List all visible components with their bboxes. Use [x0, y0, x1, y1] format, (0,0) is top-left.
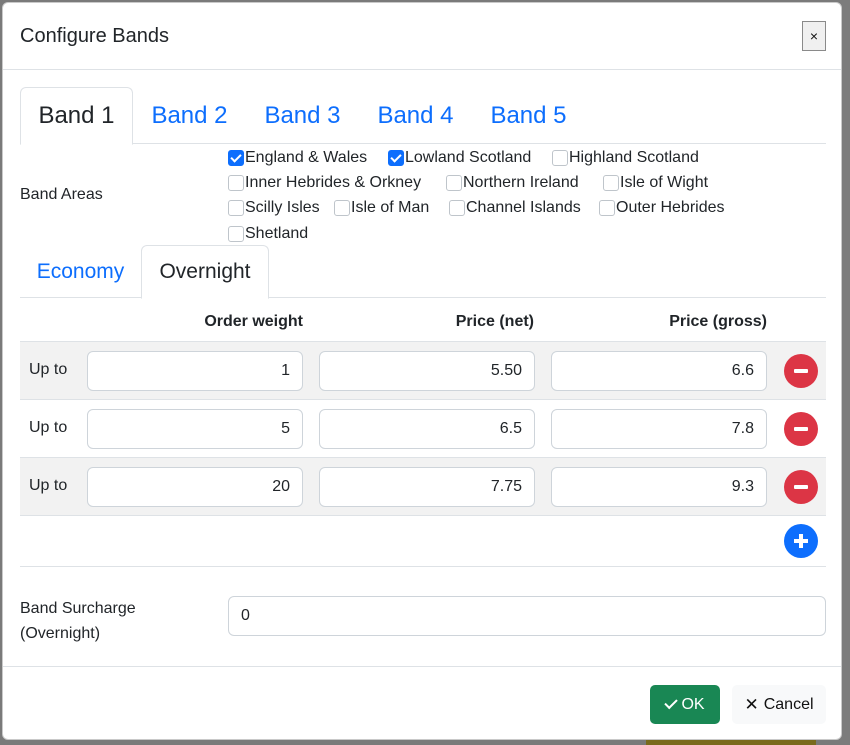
area-label: Northern Ireland	[463, 174, 579, 191]
tab-band-1[interactable]: Band 1	[20, 87, 133, 145]
tab-band-2[interactable]: Band 2	[133, 87, 246, 144]
price-gross-input[interactable]: 9.3	[551, 467, 767, 507]
area-label: Shetland	[245, 225, 309, 242]
surcharge-label: Band Surcharge (Overnight)	[20, 596, 210, 646]
ok-button[interactable]: OK	[650, 685, 720, 724]
surcharge-label-line1: Band Surcharge	[20, 600, 136, 617]
tab-band-4[interactable]: Band 4	[359, 87, 472, 144]
cancel-button[interactable]: ✕ Cancel	[732, 685, 826, 724]
table-header: Order weight Price (net) Price (gross)	[20, 299, 826, 342]
surcharge-input[interactable]: 0	[228, 596, 826, 636]
remove-row-button[interactable]	[784, 354, 818, 388]
dialog-title: Configure Bands	[20, 25, 169, 47]
area-isle-of-wight[interactable]: Isle of Wight	[603, 172, 708, 194]
area-label: Scilly Isles	[245, 199, 320, 216]
close-icon: ✕	[744, 695, 759, 714]
table-row: Up to 5 6.5 7.8	[20, 400, 826, 458]
check-icon	[664, 695, 679, 710]
area-label: Isle of Wight	[620, 174, 709, 191]
checkbox[interactable]	[603, 175, 619, 191]
dialog-header: Configure Bands ×	[3, 3, 841, 70]
area-label: Highland Scotland	[569, 149, 699, 166]
checkbox[interactable]	[388, 150, 404, 166]
checkbox[interactable]	[228, 175, 244, 191]
header-price-net: Price (net)	[455, 313, 534, 330]
area-label: Outer Hebrides	[616, 199, 725, 216]
close-button[interactable]: ×	[802, 21, 826, 51]
area-label: Isle of Man	[351, 199, 430, 216]
weight-input[interactable]: 1	[87, 351, 303, 391]
up-to-label: Up to	[29, 419, 68, 436]
up-to-label: Up to	[29, 361, 68, 378]
area-outer-hebrides[interactable]: Outer Hebrides	[599, 197, 725, 219]
price-net-input[interactable]: 7.75	[319, 467, 535, 507]
header-price-gross: Price (gross)	[669, 313, 767, 330]
band-areas-label: Band Areas	[20, 186, 103, 203]
area-label: Inner Hebrides & Orkney	[245, 174, 422, 191]
tab-economy[interactable]: Economy	[20, 245, 141, 298]
weight-input[interactable]: 5	[87, 409, 303, 449]
tab-overnight[interactable]: Overnight	[141, 245, 269, 299]
price-gross-input[interactable]: 6.6	[551, 351, 767, 391]
weight-input[interactable]: 20	[87, 467, 303, 507]
cancel-label: Cancel	[763, 695, 814, 713]
remove-row-button[interactable]	[784, 470, 818, 504]
service-tabs: Economy Overnight	[20, 245, 826, 299]
area-shetland[interactable]: Shetland	[228, 223, 308, 245]
remove-row-button[interactable]	[784, 412, 818, 446]
checkbox[interactable]	[228, 200, 244, 216]
area-inner-hebrides-orkney[interactable]: Inner Hebrides & Orkney	[228, 172, 421, 194]
area-lowland-scotland[interactable]: Lowland Scotland	[388, 147, 531, 169]
area-england-wales[interactable]: England & Wales	[228, 147, 367, 169]
configure-bands-dialog: Configure Bands × Band 1 Band 2 Band 3 B…	[2, 2, 842, 740]
surcharge-label-line2: (Overnight)	[20, 625, 101, 642]
area-scilly-isles[interactable]: Scilly Isles	[228, 197, 320, 219]
up-to-label: Up to	[29, 477, 68, 494]
area-northern-ireland[interactable]: Northern Ireland	[446, 172, 579, 194]
checkbox[interactable]	[334, 200, 350, 216]
area-label: England & Wales	[245, 149, 368, 166]
dialog-footer: OK ✕ Cancel	[3, 666, 841, 739]
checkbox[interactable]	[446, 175, 462, 191]
background-button-edge	[646, 740, 816, 745]
checkbox[interactable]	[228, 226, 244, 242]
area-isle-of-man[interactable]: Isle of Man	[334, 197, 429, 219]
divider	[20, 566, 826, 567]
checkbox[interactable]	[552, 150, 568, 166]
checkbox[interactable]	[599, 200, 615, 216]
table-row: Up to 1 5.50 6.6	[20, 342, 826, 400]
tab-band-3[interactable]: Band 3	[246, 87, 359, 144]
band-tabs: Band 1 Band 2 Band 3 Band 4 Band 5	[20, 87, 826, 145]
price-gross-input[interactable]: 7.8	[551, 409, 767, 449]
header-order-weight: Order weight	[204, 313, 303, 330]
price-net-input[interactable]: 6.5	[319, 409, 535, 449]
tab-band-5[interactable]: Band 5	[472, 87, 585, 144]
area-highland-scotland[interactable]: Highland Scotland	[552, 147, 699, 169]
area-channel-islands[interactable]: Channel Islands	[449, 197, 581, 219]
checkbox[interactable]	[228, 150, 244, 166]
area-label: Lowland Scotland	[405, 149, 532, 166]
area-label: Channel Islands	[466, 199, 581, 216]
table-row: Up to 20 7.75 9.3	[20, 458, 826, 516]
price-net-input[interactable]: 5.50	[319, 351, 535, 391]
ok-label: OK	[681, 695, 705, 713]
checkbox[interactable]	[449, 200, 465, 216]
add-row-button[interactable]	[784, 524, 818, 558]
